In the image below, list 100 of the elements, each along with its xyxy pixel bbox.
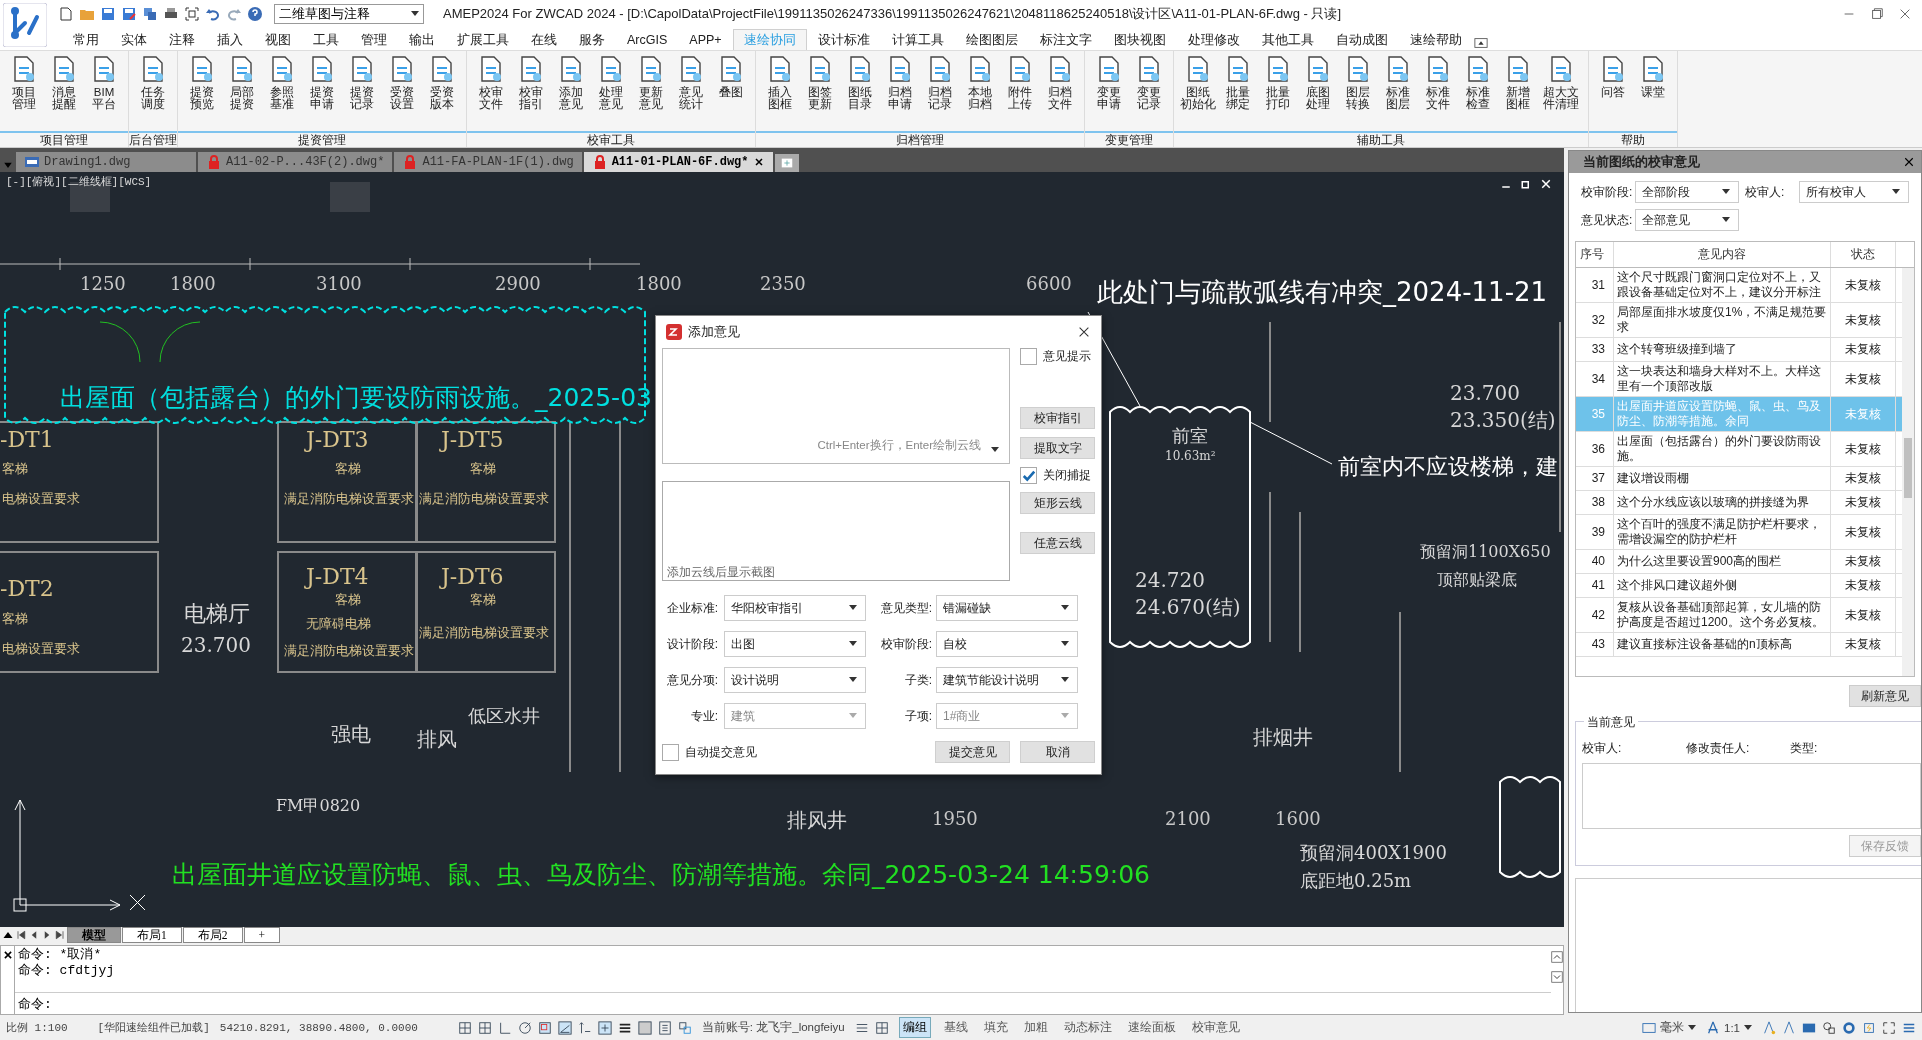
ribbon-button[interactable]: 意见统计 xyxy=(673,55,709,131)
comment-row[interactable]: 33 这个转弯班级撞到墙了 未复核 xyxy=(1576,338,1902,362)
object-snap-icon[interactable] xyxy=(537,1020,552,1035)
ribbon-button[interactable]: 标准图层 xyxy=(1380,55,1416,131)
ribbon-button[interactable]: 图纸初始化 xyxy=(1180,55,1216,131)
dialog-button[interactable]: 任意云线 xyxy=(1020,532,1095,554)
ortho-icon[interactable] xyxy=(497,1020,512,1035)
layout-grid-icon[interactable] xyxy=(874,1020,889,1035)
ribbon-button[interactable]: 添加意见 xyxy=(553,55,589,131)
last-icon[interactable] xyxy=(54,928,66,942)
restore-icon[interactable] xyxy=(1520,178,1532,190)
copy-icon[interactable] xyxy=(142,5,158,22)
ribbon-button[interactable]: 局部提资 xyxy=(224,55,260,131)
new-file-icon[interactable] xyxy=(58,5,74,22)
dialog-button[interactable]: 提取文字 xyxy=(1020,437,1095,459)
menu-tab[interactable]: 插入 xyxy=(206,29,254,50)
comment-row[interactable]: 37 建议增设雨棚 未复核 xyxy=(1576,467,1902,491)
ribbon-button[interactable]: 归档记录 xyxy=(922,55,958,131)
save-icon[interactable] xyxy=(100,5,116,22)
ribbon-button[interactable]: 图层转换 xyxy=(1340,55,1376,131)
ribbon-button[interactable]: 图纸目录 xyxy=(842,55,878,131)
properties-icon[interactable] xyxy=(657,1020,672,1035)
ribbon-button[interactable]: 归档申请 xyxy=(882,55,918,131)
comment-input[interactable]: Ctrl+Enter换行，Enter绘制云线 xyxy=(662,348,1010,464)
menu-tab[interactable]: 视图 xyxy=(254,29,302,50)
ribbon-button[interactable]: 批量绑定 xyxy=(1220,55,1256,131)
document-tab[interactable]: A11-FA-PLAN-1F(1).dwg xyxy=(394,152,582,172)
ribbon-button[interactable]: 提资预览 xyxy=(184,55,220,131)
collapse-ribbon-icon[interactable] xyxy=(1472,36,1489,50)
annotation-visibility-icon[interactable] xyxy=(1762,1020,1776,1035)
ribbon-button[interactable]: 校审文件 xyxy=(473,55,509,131)
ribbon-button[interactable]: 归档文件 xyxy=(1042,55,1078,131)
checkbox[interactable] xyxy=(662,743,679,761)
status-toggle[interactable]: 校审意见 xyxy=(1188,1018,1243,1037)
transparency-icon[interactable] xyxy=(637,1020,652,1035)
close-icon[interactable] xyxy=(752,156,765,168)
tracking-icon[interactable] xyxy=(557,1020,572,1035)
feedback-input[interactable] xyxy=(1582,763,1921,829)
layout-tab[interactable]: 模型 xyxy=(67,927,121,943)
menu-tab[interactable]: 注释 xyxy=(158,29,206,50)
new-tab-button[interactable] xyxy=(774,154,799,172)
checkbox[interactable] xyxy=(1020,467,1037,484)
ribbon-button[interactable]: 任务调度 xyxy=(135,55,171,131)
menu-tab[interactable]: 计算工具 xyxy=(880,29,955,50)
zoom-extents-icon[interactable] xyxy=(184,5,200,22)
menu-tab[interactable]: 常用 xyxy=(62,29,110,50)
menu-tab[interactable]: 工具 xyxy=(302,29,350,50)
ribbon-button[interactable]: 项目管理 xyxy=(6,55,42,131)
ribbon-button[interactable]: 标准文件 xyxy=(1420,55,1456,131)
dynamic-ucs-icon[interactable] xyxy=(577,1020,592,1035)
dropdown-field[interactable]: 错漏碰缺 xyxy=(936,595,1078,621)
menu-tab[interactable]: 设计标准 xyxy=(806,29,881,50)
command-input[interactable]: 命令: xyxy=(15,992,1551,1014)
menu-tab[interactable]: 标注文字 xyxy=(1028,29,1103,50)
document-tab[interactable]: A11-01-PLAN-6F.dwg* xyxy=(583,152,773,172)
filter-dropdown[interactable]: 全部阶段 xyxy=(1635,181,1739,203)
ribbon-button[interactable]: 提资记录 xyxy=(344,55,380,131)
dialog-button[interactable]: 校审指引 xyxy=(1020,407,1095,429)
dialog-button[interactable]: 取消 xyxy=(1020,741,1095,763)
ribbon-button[interactable]: 课堂 xyxy=(1635,55,1671,131)
ribbon-button[interactable]: 附件上传 xyxy=(1002,55,1038,131)
status-toggle[interactable]: 填充 xyxy=(980,1018,1011,1037)
fullscreen-icon[interactable] xyxy=(1882,1020,1896,1035)
menu-tab[interactable]: 在线 xyxy=(520,29,568,50)
menu-tab[interactable]: 输出 xyxy=(398,29,446,50)
ribbon-button[interactable]: 底图处理 xyxy=(1300,55,1336,131)
scroll-down-icon[interactable] xyxy=(1551,970,1563,984)
status-toggle[interactable]: 基线 xyxy=(940,1018,971,1037)
menu-tab[interactable]: 扩展工具 xyxy=(446,29,520,50)
units-dropdown[interactable]: 毫米 xyxy=(1642,1020,1696,1035)
hardware-acceleration-icon[interactable] xyxy=(1862,1020,1876,1035)
grid-icon[interactable] xyxy=(457,1020,472,1035)
app-logo-icon[interactable] xyxy=(3,3,47,47)
ribbon-button[interactable]: 超大文件清理 xyxy=(1540,55,1582,131)
snap-grid-icon[interactable] xyxy=(477,1020,492,1035)
layout-tab[interactable]: 布局1 xyxy=(122,927,182,943)
selection-cycle-icon[interactable] xyxy=(677,1020,692,1035)
ribbon-button[interactable]: 消息提醒 xyxy=(46,55,82,131)
dropdown-field[interactable]: 自校 xyxy=(936,631,1078,657)
annotation-scale-dropdown[interactable]: 1:1 xyxy=(1706,1020,1752,1035)
dropdown-field[interactable]: 华阳校审指引 xyxy=(724,595,866,621)
document-tab[interactable]: A11-02-P...43F(2).dwg* xyxy=(198,152,393,172)
ribbon-button[interactable]: 参照基准 xyxy=(264,55,300,131)
layout-tab[interactable]: + xyxy=(243,927,280,943)
dialog-button[interactable]: 提交意见 xyxy=(935,741,1010,763)
filter-dropdown[interactable]: 全部意见 xyxy=(1635,209,1739,231)
ribbon-button[interactable]: 处理意见 xyxy=(593,55,629,131)
comment-row[interactable]: 40 为什么这里要设置900高的围栏 未复核 xyxy=(1576,550,1902,574)
menu-tab[interactable]: ArcGIS xyxy=(616,29,679,50)
menu-tab[interactable]: 实体 xyxy=(110,29,158,50)
help-icon[interactable] xyxy=(247,5,263,22)
layout-tab[interactable]: 布局2 xyxy=(182,927,243,943)
menu-tab[interactable]: 速绘帮助 xyxy=(1398,29,1473,50)
viewport-label[interactable]: [-][俯视][二维线框][WCS] xyxy=(6,174,152,189)
dropdown-field[interactable]: 建筑节能设计说明 xyxy=(936,667,1078,693)
ribbon-button[interactable]: 标准检查 xyxy=(1460,55,1496,131)
close-icon[interactable] xyxy=(1903,156,1915,168)
ribbon-button[interactable]: 插入图框 xyxy=(762,55,798,131)
menu-tab[interactable]: APP+ xyxy=(678,29,733,50)
ribbon-button[interactable]: 受资版本 xyxy=(424,55,460,131)
